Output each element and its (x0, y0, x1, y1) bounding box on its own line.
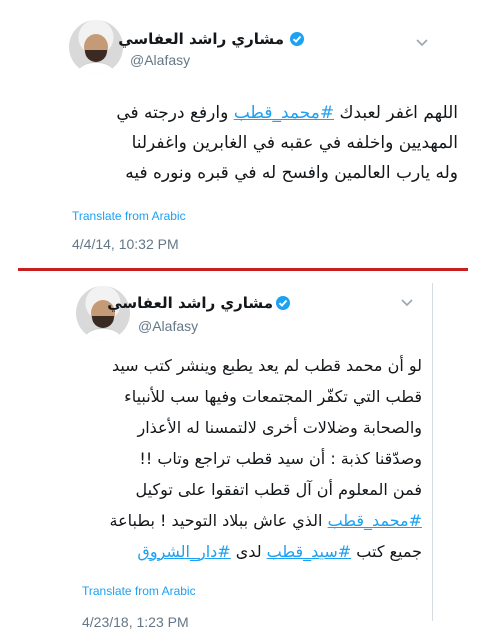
tweet-2: مشاري راشد العفاسي @Alafasy لو أن محمد ق… (0, 278, 480, 641)
text-segment: لدى (230, 542, 267, 561)
user-handle[interactable]: @Alafasy (138, 318, 198, 334)
tweet-line: جميع كتب #سيد_قطب لدى #دار_الشروق (27, 536, 422, 567)
text-segment: وله يارب العالمين وافسح له في قبره ونوره… (125, 163, 458, 183)
text-segment: اللهم اغفر لعبدك (334, 103, 458, 123)
tweet-line: اللهم اغفر لعبدك #محمد_قطب وارفع درجته ف… (28, 98, 458, 128)
verified-badge-icon (290, 32, 304, 46)
verified-badge-icon (276, 296, 290, 310)
tweet-line: لو أن محمد قطب لم يعد يطبع وينشر كتب سيد (27, 350, 422, 381)
translate-link[interactable]: Translate from Arabic (82, 584, 196, 598)
text-segment: لو أن محمد قطب لم يعد يطبع وينشر كتب سيد (111, 356, 422, 375)
tweet-1: مشاري راشد العفاسي @Alafasy اللهم اغفر ل… (0, 0, 480, 268)
text-segment: جميع كتب (351, 542, 422, 561)
hashtag-link[interactable]: #محمد_قطب (328, 511, 422, 530)
text-segment: قطب التي تكفّر المجتمعات وفيها سب للأنبي… (124, 387, 422, 406)
avatar-robe (73, 62, 119, 74)
hashtag-link[interactable]: #دار_الشروق (137, 542, 230, 561)
hashtag-link[interactable]: #سيد_قطب (267, 542, 352, 561)
tweet-line: وصدّقنا كذبة : أن سيد قطب تراجع وتاب !! (27, 443, 422, 474)
tweet-line: #محمد_قطب الذي عاش ببلاد التوحيد ! بطباع… (27, 505, 422, 536)
scroll-track[interactable] (432, 283, 433, 621)
text-segment: والصحابة وضلالات أخرى لالتمسنا له الأعذا… (137, 418, 422, 437)
hashtag-link[interactable]: #محمد_قطب (234, 103, 334, 123)
tweet-text: لو أن محمد قطب لم يعد يطبع وينشر كتب سيد… (27, 350, 422, 567)
translate-link[interactable]: Translate from Arabic (72, 209, 186, 223)
avatar-robe (80, 328, 126, 340)
avatar-beard (85, 50, 107, 62)
display-name[interactable]: مشاري راشد العفاسي (118, 30, 284, 48)
chevron-down-icon[interactable] (415, 38, 429, 48)
text-segment: وارفع درجته في (116, 103, 234, 123)
avatar[interactable] (69, 20, 123, 74)
avatar-beard (92, 316, 114, 328)
user-handle[interactable]: @Alafasy (130, 52, 190, 68)
tweet-text: اللهم اغفر لعبدك #محمد_قطب وارفع درجته ف… (28, 98, 458, 188)
tweet-line: قطب التي تكفّر المجتمعات وفيها سب للأنبي… (27, 381, 422, 412)
text-segment: فمن المعلوم أن آل قطب اتفقوا على توكيل (135, 480, 422, 499)
tweet-timestamp[interactable]: 4/4/14, 10:32 PM (72, 236, 179, 252)
chevron-down-icon[interactable] (400, 298, 414, 308)
tweet-line: والصحابة وضلالات أخرى لالتمسنا له الأعذا… (27, 412, 422, 443)
tweet-line: وله يارب العالمين وافسح له في قبره ونوره… (28, 158, 458, 188)
tweet-line: المهديين واخلفه في عقبه في الغابرين واغف… (28, 128, 458, 158)
tweet-line: فمن المعلوم أن آل قطب اتفقوا على توكيل (27, 474, 422, 505)
red-divider (18, 268, 468, 271)
text-segment: الذي عاش ببلاد التوحيد ! بطباعة (109, 511, 328, 530)
tweet-timestamp[interactable]: 4/23/18, 1:23 PM (82, 614, 189, 630)
text-segment: وصدّقنا كذبة : أن سيد قطب تراجع وتاب !! (139, 449, 422, 468)
display-name[interactable]: مشاري راشد العفاسي (107, 294, 273, 312)
text-segment: المهديين واخلفه في عقبه في الغابرين واغف… (131, 133, 458, 153)
